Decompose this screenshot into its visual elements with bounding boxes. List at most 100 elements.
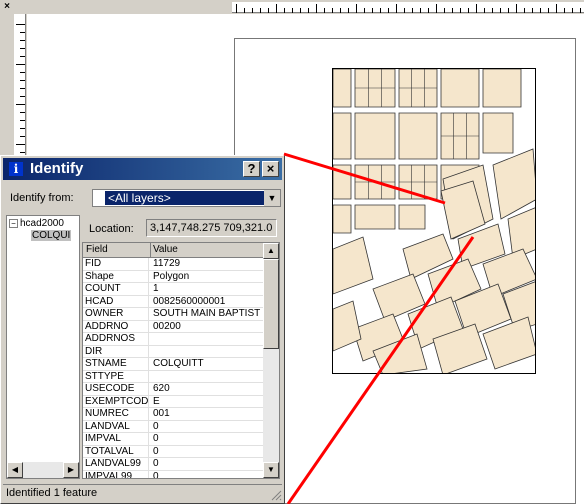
ruler-tick	[556, 4, 557, 13]
parcel	[492, 148, 535, 220]
parcel	[398, 112, 438, 160]
field-value: 0082560000001	[153, 295, 226, 307]
minus-icon[interactable]: −	[9, 218, 18, 228]
table-row[interactable]: DIR	[83, 345, 265, 358]
table-row[interactable]: EXEMPTCODE E	[83, 395, 265, 408]
tree-item-layer[interactable]: − hcad2000	[9, 218, 64, 229]
table-row[interactable]: HCAD 0082560000001	[83, 295, 265, 308]
location-value: 3,147,748.275 709,321.0	[146, 219, 277, 237]
ruler-tick	[20, 80, 25, 81]
ruler-tick	[428, 8, 429, 13]
table-vertical-scrollbar[interactable]: ▲ ▼	[263, 243, 279, 478]
ruler-tick	[364, 8, 365, 13]
table-row[interactable]: ADDRNOS	[83, 333, 265, 346]
ruler-tick	[20, 128, 25, 129]
parcel-map	[333, 69, 535, 373]
field-value: E	[153, 395, 160, 407]
table-row[interactable]: STTYPE	[83, 370, 265, 383]
table-row[interactable]: TOTALVAL 0	[83, 445, 265, 458]
parcel	[333, 164, 352, 200]
column-header-value[interactable]: Value	[153, 244, 178, 255]
table-row[interactable]: Shape Polygon	[83, 270, 265, 283]
table-row[interactable]: IMPVAL99 0	[83, 470, 265, 479]
ruler-tick	[452, 8, 453, 13]
field-name: OWNER	[85, 308, 149, 320]
parcel	[354, 112, 396, 160]
table-row[interactable]: NUMREC 001	[83, 408, 265, 421]
field-name: USECODE	[85, 383, 149, 395]
scroll-right-icon[interactable]: ▶	[63, 462, 79, 478]
location-label: Location:	[89, 223, 134, 235]
dialog-title-bar[interactable]: i Identify ? ×	[3, 158, 282, 180]
ruler-tick	[580, 8, 581, 13]
attribute-table[interactable]: Field Value FID 11729 Shape Polygon COUNT 1 HC…	[82, 242, 280, 479]
map-frame[interactable]	[332, 68, 536, 374]
ruler-tick	[292, 8, 293, 13]
ruler-tick	[412, 8, 413, 13]
column-header-field[interactable]: Field	[86, 244, 108, 255]
field-value: 0	[153, 470, 159, 479]
parcel	[482, 69, 522, 108]
field-name: Shape	[85, 270, 149, 283]
close-button[interactable]: ×	[262, 161, 279, 177]
arcmap-window: × i Identify ? × Identify from: <All lay…	[0, 0, 584, 504]
ruler-tick	[16, 24, 25, 25]
field-name: FID	[85, 258, 149, 270]
ruler-tick	[340, 8, 341, 13]
identify-dialog: i Identify ? × Identify from: <All layer…	[0, 155, 285, 504]
field-name: EXEMPTCODE	[85, 395, 149, 408]
table-row[interactable]: LANDVAL99 0	[83, 458, 265, 471]
identify-from-select[interactable]: <All layers> ▼	[92, 189, 281, 207]
ruler-tick	[20, 48, 25, 49]
tree-horizontal-scrollbar[interactable]: ◀ ▶	[7, 462, 79, 478]
ruler-tick	[372, 8, 373, 13]
ruler-tick	[564, 8, 565, 13]
table-row[interactable]: USECODE 620	[83, 383, 265, 396]
ruler-tick	[324, 8, 325, 13]
ruler-tick	[516, 4, 517, 13]
parcel	[333, 69, 352, 108]
field-name: DIR	[85, 345, 149, 358]
ruler-tick	[492, 8, 493, 13]
table-row[interactable]: ADDRNO 00200	[83, 320, 265, 333]
table-row[interactable]: IMPVAL 0	[83, 433, 265, 446]
horizontal-ruler	[232, 2, 584, 13]
table-row[interactable]: STNAME COLQUITT	[83, 358, 265, 371]
table-body: FID 11729 Shape Polygon COUNT 1 HCAD 0082560000…	[83, 258, 265, 479]
ruler-tick	[316, 4, 317, 13]
identify-from-value: <All layers>	[105, 191, 264, 205]
chevron-down-icon[interactable]: ▼	[264, 190, 280, 206]
resize-grip-icon[interactable]	[270, 489, 282, 501]
ruler-tick	[20, 152, 25, 153]
ruler-tick	[460, 8, 461, 13]
scroll-thumb[interactable]	[263, 259, 279, 349]
table-row[interactable]: LANDVAL 0	[83, 420, 265, 433]
ruler-tick	[20, 32, 25, 33]
table-row[interactable]: COUNT 1	[83, 283, 265, 296]
parcel	[482, 112, 514, 154]
field-name: HCAD	[85, 295, 149, 308]
ruler-tick	[380, 8, 381, 13]
table-row[interactable]: FID 11729	[83, 258, 265, 271]
field-name: ADDRNO	[85, 320, 149, 333]
field-value: 11729	[153, 258, 181, 269]
ruler-tick	[476, 4, 477, 13]
ruler-tick	[20, 40, 25, 41]
info-icon: i	[9, 162, 23, 176]
help-button[interactable]: ?	[243, 161, 260, 177]
ruler-tick	[268, 8, 269, 13]
tree-item-feature[interactable]: COLQUI	[31, 230, 72, 241]
result-tree[interactable]: − hcad2000 COLQUI ◀ ▶	[6, 215, 80, 479]
ruler-tick	[572, 8, 573, 13]
field-name: NUMREC	[85, 408, 149, 420]
close-icon[interactable]: ×	[1, 1, 13, 12]
ruler-tick	[16, 64, 25, 65]
field-value: 1	[153, 283, 159, 294]
scroll-down-icon[interactable]: ▼	[263, 462, 279, 478]
table-row[interactable]: OWNER SOUTH MAIN BAPTIST	[83, 308, 265, 321]
field-value: 0	[153, 433, 159, 444]
scroll-left-icon[interactable]: ◀	[7, 462, 23, 478]
ruler-tick	[540, 8, 541, 13]
scroll-up-icon[interactable]: ▲	[263, 243, 279, 259]
ruler-tick	[508, 8, 509, 13]
